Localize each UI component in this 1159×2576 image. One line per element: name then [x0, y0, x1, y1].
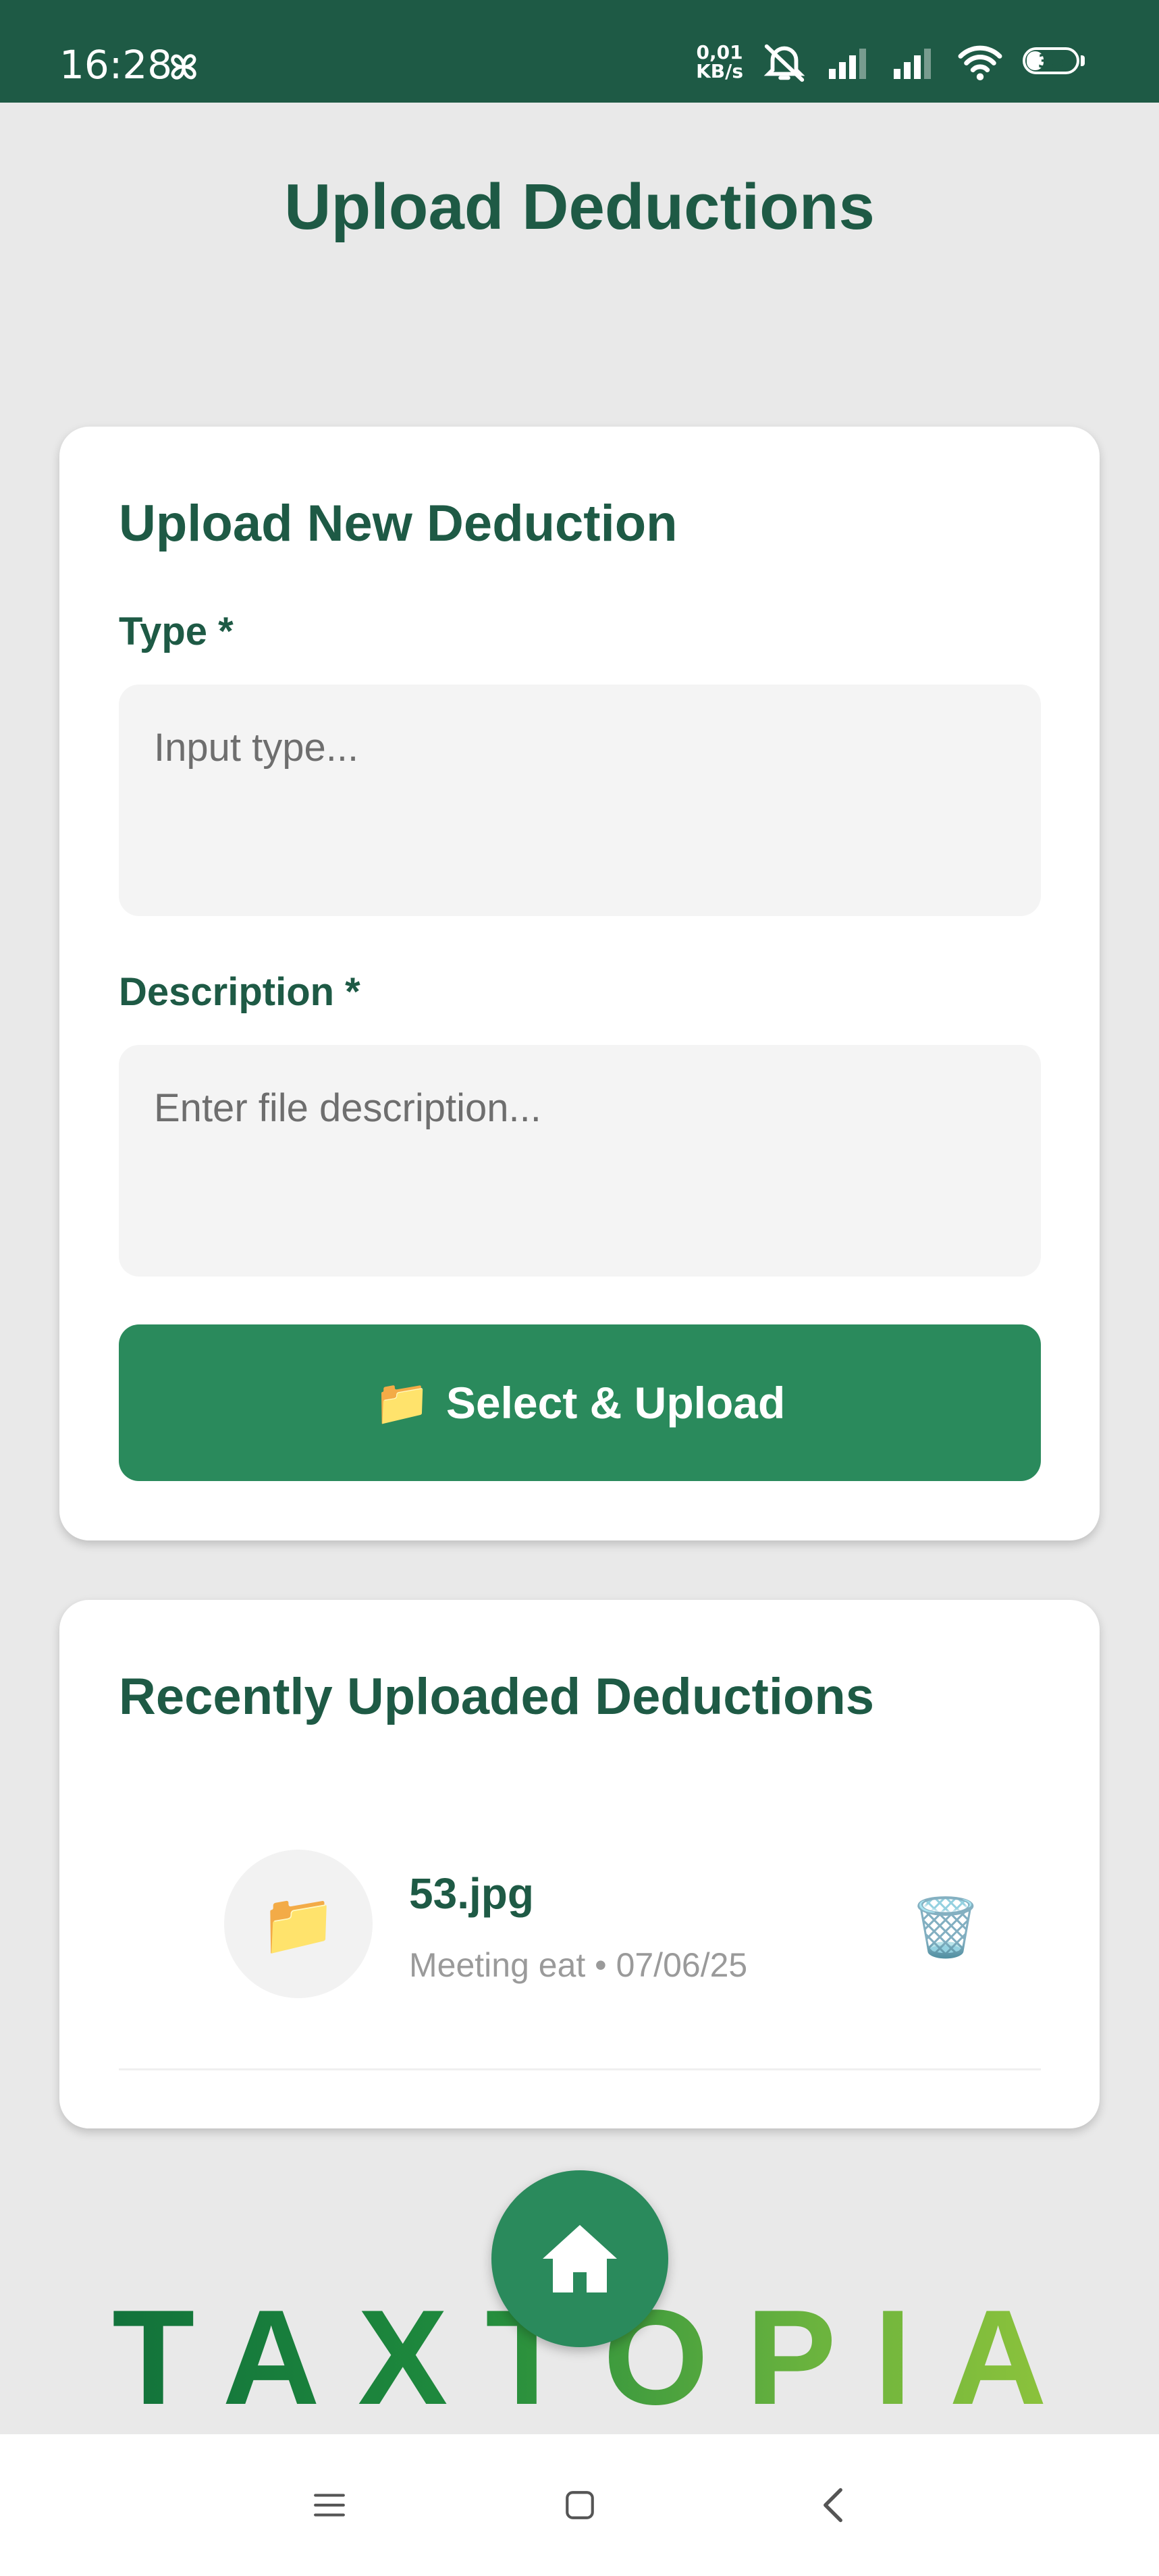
menu-icon [314, 2494, 345, 2517]
home-button[interactable] [491, 2170, 668, 2347]
upload-card: Upload New Deduction Type * Description … [59, 427, 1100, 1540]
recent-apps-button[interactable] [296, 2471, 363, 2539]
home-icon [543, 2225, 617, 2292]
signal-icon [894, 49, 931, 79]
system-nav-bar [0, 2434, 1159, 2576]
page-title: Upload Deductions [284, 171, 875, 243]
battery-level: 35 [1037, 50, 1064, 72]
mute-icon [763, 44, 805, 82]
select-upload-button[interactable]: 📁 Select & Upload [119, 1324, 1041, 1481]
system-home-button[interactable] [546, 2471, 614, 2539]
description-input[interactable] [119, 1045, 1041, 1277]
folder-icon: 📁 [260, 1890, 337, 1958]
delete-button[interactable]: 🗑️ [909, 1890, 983, 1964]
recent-uploads-card: Recently Uploaded Deductions 📁 53.jpg Me… [59, 1600, 1100, 2128]
select-upload-label: Select & Upload [446, 1378, 786, 1428]
divider [119, 2068, 1041, 2070]
back-button[interactable] [799, 2471, 867, 2539]
signal-icon [829, 49, 866, 79]
network-speed-unit: KB/s [696, 60, 743, 82]
network-speed: 0,01 KB/s [696, 43, 743, 81]
file-name: 53.jpg [409, 1869, 534, 1918]
status-icons: 0,01 KB/s 35 [696, 42, 1085, 82]
back-icon [824, 2488, 842, 2523]
list-item[interactable]: 📁 53.jpg Meeting eat • 07/06/25 🗑️ [119, 1850, 1041, 2018]
pinwheel-icon [171, 54, 196, 80]
file-meta: Meeting eat • 07/06/25 [409, 1946, 748, 1984]
wifi-icon [958, 45, 1002, 80]
folder-icon: 📁 [374, 1377, 430, 1427]
network-speed-value: 0,01 [696, 41, 743, 63]
status-bar: 16:28 0,01 KB/s 35 [0, 0, 1159, 103]
description-label: Description * [119, 970, 360, 1014]
battery-icon: 35 [1023, 47, 1085, 77]
type-input[interactable] [119, 685, 1041, 916]
upload-card-title: Upload New Deduction [119, 495, 678, 552]
file-avatar: 📁 [224, 1850, 373, 1998]
home-square-icon [566, 2491, 594, 2519]
type-label: Type * [119, 610, 234, 653]
status-time: 16:28 [59, 42, 173, 88]
recent-uploads-title: Recently Uploaded Deductions [119, 1668, 875, 1725]
trash-icon: 🗑️ [910, 1895, 981, 1959]
